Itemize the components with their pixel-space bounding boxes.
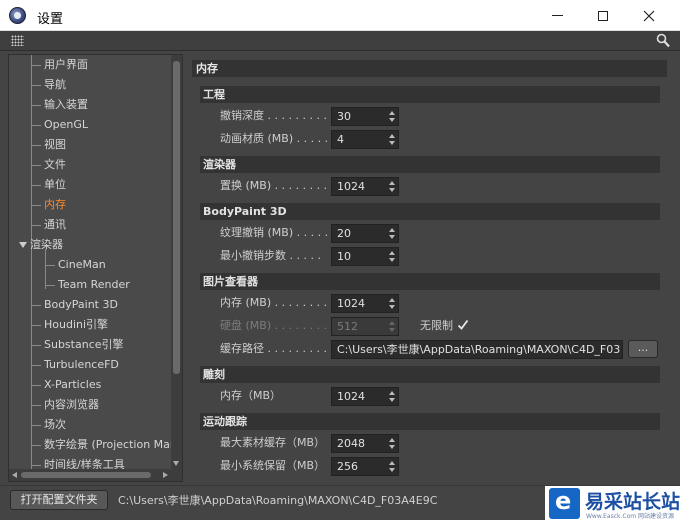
memory-settings-panel: 内存 工程 撤销深度 . . . . . . . . . . 30 动画材质 (… bbox=[190, 54, 672, 482]
magnifier-icon[interactable] bbox=[656, 33, 670, 48]
grip-icon[interactable] bbox=[11, 35, 24, 46]
displace-field[interactable]: 1024 bbox=[331, 177, 399, 196]
sidebar-item-opengl[interactable]: OpenGL bbox=[31, 115, 88, 135]
sidebar-item-viewport[interactable]: 视图 bbox=[31, 135, 66, 155]
anim-material-label: 动画材质 (MB) . . . . . bbox=[220, 132, 329, 145]
cache-path-field[interactable]: C:\Users\李世康\AppData\Roaming\MAXON\C4D_F… bbox=[331, 340, 623, 359]
cinema4d-icon bbox=[9, 7, 26, 24]
tree-horizontal-scrollbar[interactable] bbox=[9, 469, 182, 481]
scroll-left-icon[interactable] bbox=[12, 472, 17, 478]
spinner-arrows-icon[interactable] bbox=[389, 461, 395, 472]
sidebar-item-team-render[interactable]: Team Render bbox=[45, 275, 130, 295]
sidebar-item-timeline[interactable]: 时间线/样条工具 bbox=[31, 455, 125, 469]
footer-bar: 打开配置文件夹 C:\Users\李世康\AppData\Roaming\MAX… bbox=[0, 485, 680, 520]
spinner-arrows-icon[interactable] bbox=[389, 391, 395, 402]
sidebar-item-memory[interactable]: 内存 bbox=[31, 195, 66, 215]
max-footage-cache-label: 最大素材缓存（MB） bbox=[220, 436, 326, 449]
sidebar-item-turbulencefd[interactable]: TurbulenceFD bbox=[31, 355, 119, 375]
watermark: 易采站长站 Www.Easck.Com 网站建设资源 bbox=[545, 486, 680, 520]
pv-disk-label: 硬盘 (MB) . . . . . . . . . bbox=[220, 319, 335, 332]
settings-tree-panel: 用户界面 导航 输入装置 OpenGL 视图 文件 单位 内存 通讯 渲染器 C… bbox=[8, 54, 183, 482]
page-title: 内存 bbox=[192, 60, 667, 77]
group-header-picture-viewer: 图片查看器 bbox=[200, 273, 660, 290]
sidebar-item-user-interface[interactable]: 用户界面 bbox=[31, 55, 88, 75]
settings-tree: 用户界面 导航 输入装置 OpenGL 视图 文件 单位 内存 通讯 渲染器 C… bbox=[9, 55, 172, 469]
scroll-down-icon[interactable] bbox=[173, 461, 179, 466]
pv-disk-field: 512 bbox=[331, 317, 399, 336]
spinner-arrows-icon[interactable] bbox=[389, 181, 395, 192]
min-undo-steps-field[interactable]: 10 bbox=[331, 247, 399, 266]
scrollbar-thumb[interactable] bbox=[173, 61, 180, 374]
spinner-arrows-icon bbox=[389, 321, 395, 332]
toolbar bbox=[0, 31, 680, 51]
sidebar-item-content-browser[interactable]: 内容浏览器 bbox=[31, 395, 99, 415]
texture-undo-field[interactable]: 20 bbox=[331, 224, 399, 243]
sidebar-item-bodypaint[interactable]: BodyPaint 3D bbox=[31, 295, 118, 315]
sculpt-memory-label: 内存（MB） bbox=[220, 389, 282, 402]
anim-material-field[interactable]: 4 bbox=[331, 130, 399, 149]
browse-button[interactable]: ... bbox=[628, 340, 658, 358]
watermark-logo-icon bbox=[549, 487, 580, 519]
watermark-text: 易采站长站 bbox=[585, 491, 680, 513]
spinner-arrows-icon[interactable] bbox=[389, 298, 395, 309]
cache-path-label: 缓存路径 . . . . . . . . . . bbox=[220, 342, 334, 355]
scroll-right-icon[interactable] bbox=[163, 472, 168, 478]
undo-depth-field[interactable]: 30 bbox=[331, 107, 399, 126]
sidebar-item-input-devices[interactable]: 输入装置 bbox=[31, 95, 88, 115]
spinner-arrows-icon[interactable] bbox=[389, 111, 395, 122]
pv-memory-label: 内存 (MB) . . . . . . . . . bbox=[220, 296, 335, 309]
close-button[interactable] bbox=[626, 0, 672, 31]
group-header-motion-tracking: 运动跟踪 bbox=[200, 413, 660, 430]
min-undo-steps-label: 最小撤销步数 . . . . . bbox=[220, 249, 321, 262]
sidebar-item-x-particles[interactable]: X-Particles bbox=[31, 375, 101, 395]
displace-label: 置换 (MB) . . . . . . . . . bbox=[220, 179, 335, 192]
spinner-arrows-icon[interactable] bbox=[389, 438, 395, 449]
sidebar-item-houdini[interactable]: Houdini引擎 bbox=[31, 315, 108, 335]
sidebar-item-projection-man[interactable]: 数字绘景 (Projection Man) bbox=[31, 435, 172, 455]
group-header-renderer: 渲染器 bbox=[200, 156, 660, 173]
sidebar-item-communication[interactable]: 通讯 bbox=[31, 215, 66, 235]
config-folder-path: C:\Users\李世康\AppData\Roaming\MAXON\C4D_F… bbox=[118, 494, 438, 507]
texture-undo-label: 纹理撤销 (MB) . . . . . bbox=[220, 226, 329, 239]
open-config-folder-button[interactable]: 打开配置文件夹 bbox=[10, 490, 108, 510]
unlimited-label: 无限制 bbox=[420, 319, 453, 332]
sidebar-item-takes[interactable]: 场次 bbox=[31, 415, 66, 435]
group-header-sculpt: 雕刻 bbox=[200, 366, 660, 383]
min-system-reserve-label: 最小系统保留（MB） bbox=[220, 459, 326, 472]
max-footage-cache-field[interactable]: 2048 bbox=[331, 434, 399, 453]
spinner-arrows-icon[interactable] bbox=[389, 228, 395, 239]
sidebar-item-files[interactable]: 文件 bbox=[31, 155, 66, 175]
sculpt-memory-field[interactable]: 1024 bbox=[331, 387, 399, 406]
scrollbar-thumb-horizontal[interactable] bbox=[21, 472, 151, 478]
spinner-arrows-icon[interactable] bbox=[389, 251, 395, 262]
maximize-button[interactable] bbox=[580, 0, 626, 31]
spinner-arrows-icon[interactable] bbox=[389, 134, 395, 145]
chevron-down-icon[interactable] bbox=[19, 242, 27, 248]
title-bar: 设置 bbox=[0, 0, 680, 31]
close-icon bbox=[643, 10, 655, 21]
sidebar-item-substance[interactable]: Substance引擎 bbox=[31, 335, 124, 355]
undo-depth-label: 撤销深度 . . . . . . . . . . bbox=[220, 109, 334, 122]
unlimited-checkmark-icon[interactable] bbox=[457, 319, 469, 331]
window-title: 设置 bbox=[37, 12, 64, 27]
sidebar-item-renderer[interactable]: 渲染器 bbox=[19, 235, 63, 255]
group-header-project: 工程 bbox=[200, 86, 660, 103]
maximize-icon bbox=[598, 10, 608, 21]
minimize-icon bbox=[551, 15, 563, 16]
tree-vertical-scrollbar[interactable] bbox=[171, 55, 182, 469]
pv-memory-field[interactable]: 1024 bbox=[331, 294, 399, 313]
minimize-button[interactable] bbox=[534, 0, 580, 31]
sidebar-item-units[interactable]: 单位 bbox=[31, 175, 66, 195]
group-header-bodypaint: BodyPaint 3D bbox=[200, 203, 660, 220]
sidebar-item-navigation[interactable]: 导航 bbox=[31, 75, 66, 95]
watermark-url: Www.Easck.Com 网站建设资源 bbox=[586, 513, 674, 520]
sidebar-item-cineman[interactable]: CineMan bbox=[45, 255, 106, 275]
min-system-reserve-field[interactable]: 256 bbox=[331, 457, 399, 476]
